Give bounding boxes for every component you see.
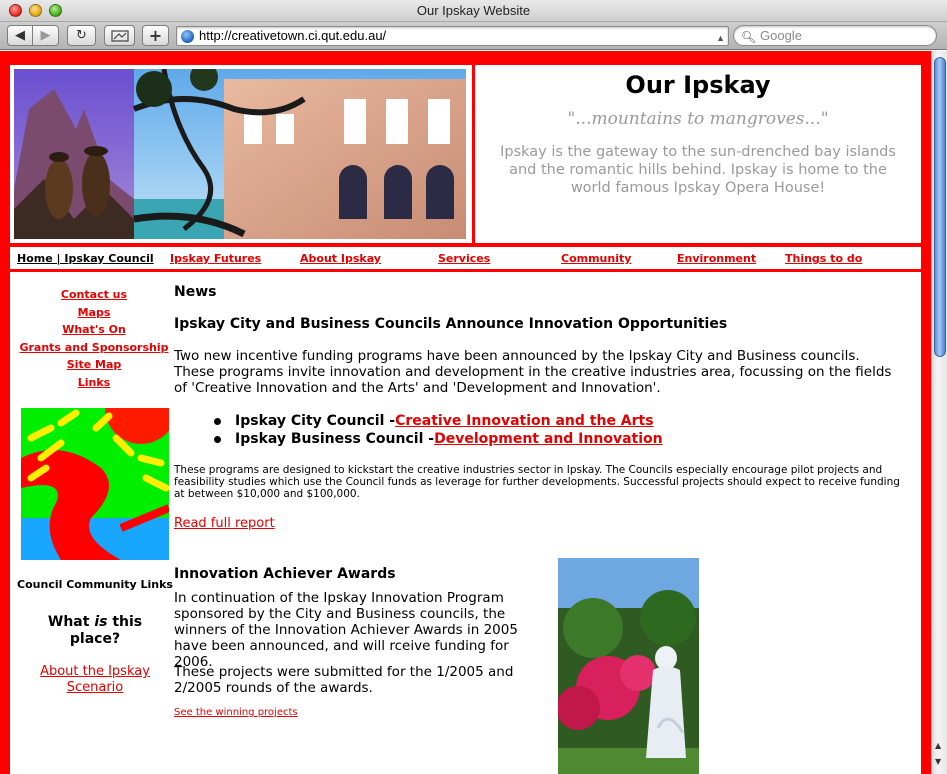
- reload-button[interactable]: ↻: [67, 25, 96, 46]
- nav-ipskay-futures[interactable]: Ipskay Futures: [170, 252, 261, 265]
- reload-icon: ↻: [76, 28, 87, 43]
- globe-icon: [181, 30, 194, 43]
- article-small-print: These programs are designed to kickstart…: [174, 464, 900, 500]
- page-viewport: Our Ipskay "...mountains to mangroves...…: [0, 51, 931, 774]
- sidebar-art-image: [21, 408, 169, 560]
- site-title: Our Ipskay: [625, 71, 771, 99]
- news-heading: News: [174, 284, 217, 300]
- bullet-icon: [214, 435, 221, 443]
- bullet-label: Ipskay Business Council -: [235, 431, 435, 447]
- nav-environment[interactable]: Environment: [677, 252, 756, 265]
- window-titlebar: Our Ipskay Website: [0, 0, 947, 22]
- browser-toolbar: ◀ ▶ ↻ + http://creativetown.ci.qut.edu.a…: [0, 22, 947, 50]
- funding-bullet-list: Ipskay City Council - Creative Innovatio…: [214, 412, 663, 448]
- plus-icon: +: [148, 26, 163, 45]
- read-full-report-link[interactable]: Read full report: [174, 516, 275, 531]
- awards-body-rounds: These projects were submitted for the 1/…: [174, 664, 514, 696]
- scroll-down-icon[interactable]: ▼: [935, 757, 941, 766]
- snapback-icon: [110, 29, 129, 42]
- sidebar-links: Contact us Maps What's On Grants and Spo…: [10, 286, 178, 391]
- sidebar-link-links[interactable]: Links: [10, 374, 178, 392]
- list-item: Ipskay City Council - Creative Innovatio…: [214, 412, 663, 430]
- snapback-button[interactable]: [104, 25, 135, 46]
- winning-projects-link[interactable]: See the winning projects: [174, 707, 298, 718]
- site-tagline: "...mountains to mangroves...": [567, 109, 829, 129]
- garden-statue-image: [558, 558, 699, 774]
- back-arrow-icon: ◀: [15, 28, 25, 43]
- sidebar-link-contact-us[interactable]: Contact us: [10, 286, 178, 304]
- header-image-frame: [10, 65, 472, 243]
- what-heading-em: is: [94, 614, 108, 630]
- scrollbar-thumb[interactable]: [934, 57, 946, 357]
- article-body: Two new incentive funding programs have …: [174, 348, 892, 396]
- header-collage-image: [14, 69, 466, 239]
- url-text: http://creativetown.ci.qut.edu.au/: [199, 28, 387, 43]
- window-title: Our Ipskay Website: [416, 3, 531, 18]
- main-nav: Home | Ipskay Council Ipskay Futures Abo…: [10, 247, 921, 269]
- sidebar-link-site-map[interactable]: Site Map: [10, 356, 178, 374]
- bullet-icon: [214, 417, 221, 425]
- content-area: Contact us Maps What's On Grants and Spo…: [10, 272, 921, 774]
- what-is-this-place-heading: What is this place?: [25, 614, 165, 648]
- back-button[interactable]: ◀: [7, 25, 33, 46]
- site-intro: Ipskay is the gateway to the sun-drenche…: [500, 144, 896, 196]
- url-dropdown-icon[interactable]: ▲: [716, 29, 725, 47]
- bullet-label: Ipskay City Council -: [235, 413, 396, 429]
- development-innovation-link[interactable]: Development and Innovation: [434, 430, 663, 448]
- forward-button[interactable]: ▶: [33, 25, 59, 46]
- what-heading-pre: What: [47, 614, 95, 630]
- awards-body: In continuation of the Ipskay Innovation…: [174, 590, 518, 670]
- nav-community[interactable]: Community: [561, 252, 631, 265]
- search-placeholder: Google: [760, 28, 802, 43]
- vertical-scrollbar[interactable]: ▲ ▼: [931, 51, 947, 774]
- address-bar[interactable]: http://creativetown.ci.qut.edu.au/ ▲: [176, 26, 729, 46]
- nav-home[interactable]: Home | Ipskay Council: [17, 252, 154, 265]
- header-text-panel: Our Ipskay "...mountains to mangroves...…: [475, 65, 921, 243]
- sidebar-link-maps[interactable]: Maps: [10, 304, 178, 322]
- nav-services[interactable]: Services: [438, 252, 490, 265]
- search-input[interactable]: 🔍︎ Google: [733, 25, 937, 46]
- community-links-label: Council Community Links: [17, 578, 173, 591]
- nav-about-ipskay[interactable]: About Ipskay: [300, 252, 381, 265]
- forward-arrow-icon: ▶: [40, 28, 51, 43]
- nav-things-to-do[interactable]: Things to do: [785, 252, 862, 265]
- sidebar-link-whats-on[interactable]: What's On: [10, 321, 178, 339]
- creative-innovation-link[interactable]: Creative Innovation and the Arts: [395, 412, 654, 430]
- page-frame: Our Ipskay "...mountains to mangroves...…: [10, 65, 921, 774]
- search-icon: 🔍︎: [741, 30, 757, 44]
- about-scenario-link[interactable]: About the Ipskay Scenario: [25, 664, 165, 696]
- add-bookmark-button[interactable]: +: [142, 25, 169, 46]
- sidebar-link-grants[interactable]: Grants and Sponsorship: [10, 339, 178, 357]
- article-title: Ipskay City and Business Councils Announ…: [174, 316, 728, 332]
- scroll-up-icon[interactable]: ▲: [935, 741, 941, 750]
- awards-title: Innovation Achiever Awards: [174, 566, 396, 582]
- list-item: Ipskay Business Council - Development an…: [214, 430, 663, 448]
